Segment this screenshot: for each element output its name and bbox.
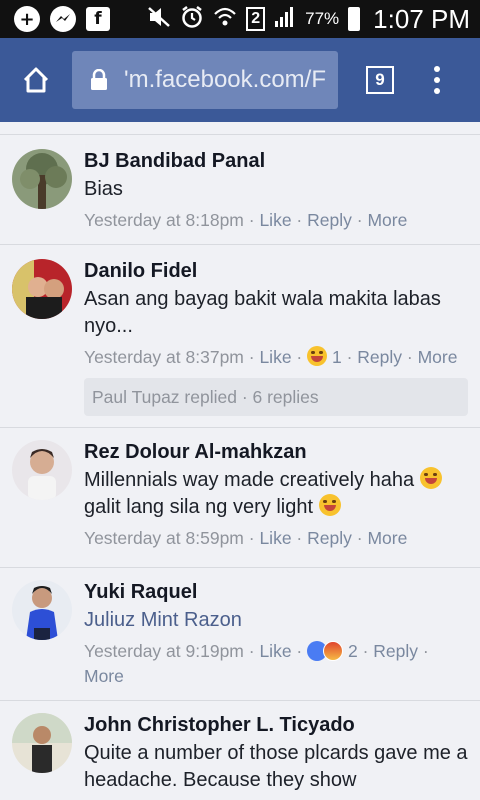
comment-text-line: galit lang sila ng very light: [84, 496, 314, 518]
comment-time[interactable]: Yesterday at 8:37pm: [84, 347, 244, 367]
comment-time[interactable]: Yesterday at 8:59pm: [84, 528, 244, 548]
avatar[interactable]: [12, 580, 72, 640]
comment-text-line: Millennials way made creatively haha: [84, 469, 415, 491]
signal-icon: [274, 6, 296, 33]
more-link[interactable]: More: [84, 666, 124, 686]
like-link[interactable]: Like: [259, 641, 291, 661]
more-link[interactable]: More: [367, 210, 407, 230]
comment-list: BJ Bandibad Panal Bias Yesterday at 8:18…: [0, 122, 480, 800]
comment-meta: Yesterday at 9:19pm · Like · 2 · Reply ·…: [84, 641, 429, 686]
comment-time[interactable]: Yesterday at 8:18pm: [84, 210, 244, 230]
tab-switcher-button[interactable]: 9: [366, 66, 394, 94]
comment-item: BJ Bandibad Panal Bias Yesterday at 8:18…: [0, 134, 480, 244]
avatar[interactable]: [12, 149, 72, 209]
messenger-icon: [50, 6, 76, 32]
comment-item: John Christopher L. Ticyado Quite a numb…: [0, 700, 480, 800]
lock-icon: [91, 69, 107, 90]
avatar[interactable]: [12, 713, 72, 773]
haha-reaction-icon[interactable]: [307, 346, 328, 366]
commenter-name[interactable]: John Christopher L. Ticyado: [84, 713, 468, 737]
battery-icon: [348, 7, 361, 31]
comment-text: Bias: [84, 178, 123, 200]
tagged-user-link[interactable]: Juliuz Mint Razon: [84, 607, 468, 634]
clock: 1:07 PM: [373, 3, 470, 34]
address-bar[interactable]: 'm.facebook.com/F: [72, 51, 338, 109]
reply-link[interactable]: Reply: [307, 210, 352, 230]
home-icon: [23, 67, 49, 93]
comment-item: Rez Dolour Al-mahkzan Millennials way ma…: [0, 427, 480, 567]
reply-link[interactable]: Reply: [357, 347, 402, 367]
comment-text: Asan ang bayag bakit wala makita labas n…: [84, 288, 441, 337]
comment-item: Danilo Fidel Asan ang bayag bakit wala m…: [0, 244, 480, 427]
comment-meta: Yesterday at 8:18pm · Like · Reply · Mor…: [84, 210, 408, 230]
comment-meta: Yesterday at 8:37pm · Like · 1 · Reply ·…: [84, 346, 458, 367]
overflow-menu-icon[interactable]: [432, 66, 442, 94]
status-bar: + f 2 77% 1:07 PM: [0, 0, 480, 38]
comment-text: Quite a number of those plcards gave me …: [84, 742, 468, 791]
like-link[interactable]: Like: [259, 528, 291, 548]
reply-link[interactable]: Reply: [373, 641, 418, 661]
angry-reaction-icon[interactable]: [323, 641, 344, 661]
comment-item: Yuki Raquel Juliuz Mint Razon Yesterday …: [0, 567, 480, 700]
replies-summary[interactable]: Paul Tupaz replied · 6 replies: [84, 378, 468, 416]
facebook-icon: f: [86, 7, 110, 31]
sim-indicator: 2: [246, 7, 266, 31]
commenter-name[interactable]: BJ Bandibad Panal: [84, 149, 468, 173]
comment-time[interactable]: Yesterday at 9:19pm: [84, 641, 244, 661]
alarm-icon: [180, 5, 204, 34]
reaction-count[interactable]: 1: [332, 347, 342, 367]
home-button[interactable]: [0, 38, 72, 122]
browser-toolbar: 'm.facebook.com/F 9: [0, 38, 480, 122]
reply-link[interactable]: Reply: [307, 528, 352, 548]
plus-icon: +: [14, 6, 40, 32]
avatar[interactable]: [12, 259, 72, 319]
wifi-icon: [213, 6, 237, 33]
avatar[interactable]: [12, 440, 72, 500]
battery-percent: 77%: [305, 9, 340, 28]
laughing-tears-emoji-icon: [419, 467, 442, 489]
mute-icon: [147, 6, 171, 33]
reaction-count[interactable]: 2: [348, 641, 358, 661]
more-link[interactable]: More: [367, 528, 407, 548]
commenter-name[interactable]: Danilo Fidel: [84, 259, 468, 283]
more-link[interactable]: More: [418, 347, 458, 367]
commenter-name[interactable]: Rez Dolour Al-mahkzan: [84, 440, 468, 464]
comment-meta: Yesterday at 8:59pm · Like · Reply · Mor…: [84, 528, 408, 548]
like-link[interactable]: Like: [259, 210, 291, 230]
like-link[interactable]: Like: [259, 347, 291, 367]
commenter-name[interactable]: Yuki Raquel: [84, 580, 468, 604]
url-text: 'm.facebook.com/F: [124, 66, 326, 93]
laughing-tears-emoji-icon: [318, 494, 341, 516]
